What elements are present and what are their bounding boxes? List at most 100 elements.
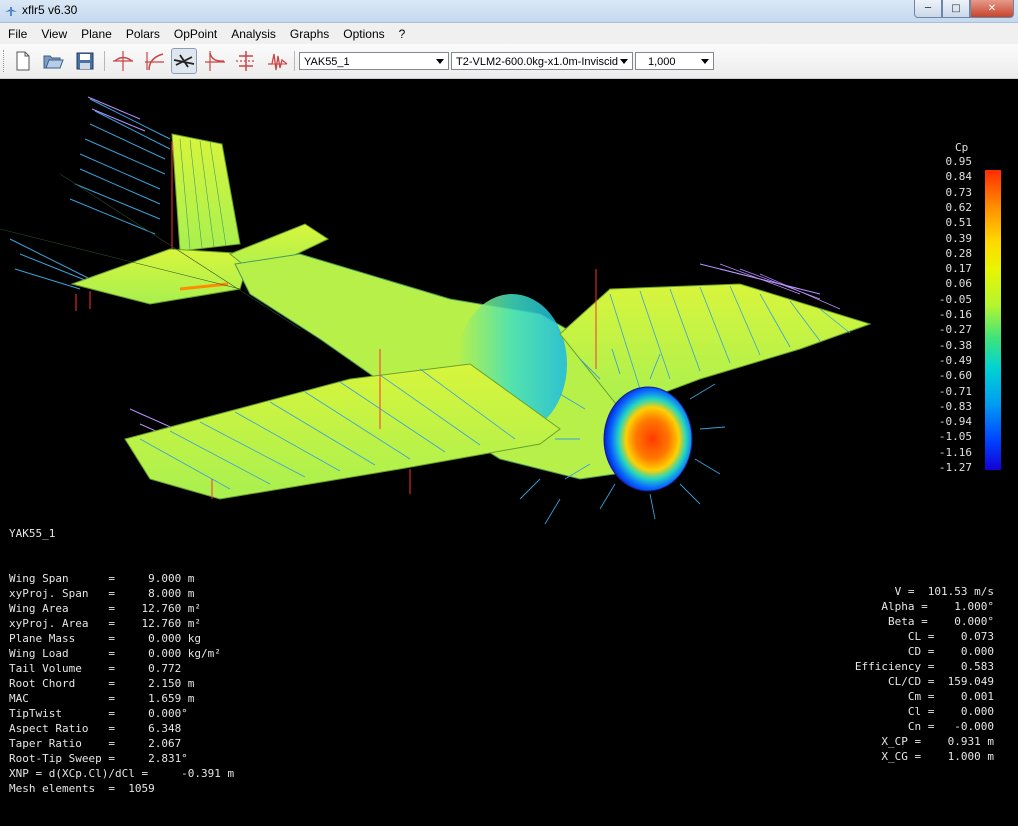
- plane-info-row: Plane Mass = 0.000 kg: [9, 632, 202, 645]
- polar-view-button[interactable]: [141, 48, 167, 74]
- menu-analysis[interactable]: Analysis: [224, 27, 283, 41]
- cp-legend-tick: -0.38: [938, 338, 972, 352]
- plane-info-row: Root-Tip Sweep = 2.831°: [9, 752, 188, 765]
- cp-legend-tick: -0.71: [938, 384, 972, 398]
- horizontal-stabilizer-left: [70, 248, 251, 305]
- vertical-tail: [171, 133, 241, 252]
- plane-info-row: Mesh elements = 1059: [9, 782, 155, 795]
- plane-info-name: YAK55_1: [9, 527, 56, 540]
- cp-legend-tick: -0.05: [938, 292, 972, 306]
- plane-info-row: Root Chord = 2.150 m: [9, 677, 195, 690]
- opp-info-row: Alpha = 1.000°: [881, 600, 994, 613]
- plane-info-row: Tail Volume = 0.772: [9, 662, 182, 675]
- title-bar: xflr5 v6.30 ─ □ ✕: [0, 0, 1018, 23]
- toolbar-grip[interactable]: [3, 50, 7, 72]
- cp-legend-tick: -1.16: [938, 445, 972, 459]
- new-file-button[interactable]: [10, 48, 36, 74]
- opp-info-panel: V = 101.53 m/s Alpha = 1.000° Beta = 0.000…: [855, 554, 994, 794]
- opp-info-row: X_CG = 1.000 m: [881, 750, 994, 763]
- left-wing: [124, 363, 561, 500]
- menu-polars[interactable]: Polars: [119, 27, 167, 41]
- opp-info-row: Cn = -0.000: [907, 720, 994, 733]
- cp-legend-tick: 0.51: [945, 216, 973, 230]
- opp-view-button[interactable]: [233, 48, 259, 74]
- plane-view-icon: [173, 54, 195, 68]
- graph-view-button[interactable]: [264, 48, 290, 74]
- cp-view-button[interactable]: [202, 48, 228, 74]
- cp-legend-tick: -1.05: [938, 430, 972, 444]
- cp-legend-tick: -0.94: [938, 415, 972, 429]
- cp-legend-tick: 0.95: [945, 155, 973, 168]
- opp-info-row: X_CP = 0.931 m: [881, 735, 994, 748]
- opp-info-row: Cm = 0.001: [907, 690, 994, 703]
- plane-select-value: YAK55_1: [304, 56, 350, 68]
- opp-info-row: CL = 0.073: [907, 630, 994, 643]
- save-button[interactable]: [72, 48, 98, 74]
- opp-info-row: CL/CD = 159.049: [888, 675, 994, 688]
- plane-info-row: xyProj. Span = 8.000 m: [9, 587, 195, 600]
- polar-select-value: T2-VLM2-600.0kg-x1.0m-Inviscid: [456, 56, 619, 68]
- plane-info-row: Aspect Ratio = 6.348: [9, 722, 182, 735]
- cp-legend-tick: 0.06: [945, 277, 973, 291]
- save-icon: [76, 52, 94, 70]
- cp-legend-tick: -0.16: [938, 308, 972, 321]
- menu-oppoint[interactable]: OpPoint: [167, 27, 224, 41]
- cp-view-icon: [205, 51, 225, 71]
- menu-view[interactable]: View: [34, 27, 74, 41]
- cp-legend-tick: -0.49: [938, 353, 972, 367]
- graph-view-icon: [268, 53, 288, 71]
- cp-legend-tick: 0.84: [945, 170, 973, 184]
- polar-select[interactable]: T2-VLM2-600.0kg-x1.0m-Inviscid: [451, 52, 633, 70]
- cp-legend-tick: 0.62: [945, 200, 973, 214]
- airfoil-view-icon: [113, 51, 133, 71]
- menu-options[interactable]: Options: [336, 27, 391, 41]
- menu-plane[interactable]: Plane: [74, 27, 119, 41]
- menu-bar: File View Plane Polars OpPoint Analysis …: [0, 23, 1018, 44]
- plane-info-panel: YAK55_1 Wing Span = 9.000 m xyProj. Span …: [9, 496, 234, 826]
- maximize-button[interactable]: □: [942, 0, 970, 18]
- minimize-icon: ─: [924, 3, 932, 14]
- opp-view-icon: [236, 51, 256, 71]
- open-folder-icon: [43, 55, 64, 69]
- menu-graphs[interactable]: Graphs: [283, 27, 336, 41]
- maximize-icon: □: [951, 3, 961, 14]
- plane-info-row: XNP = d(XCp.Cl)/dCl = -0.391 m: [9, 767, 235, 780]
- polar-view-icon: [145, 52, 164, 71]
- menu-help[interactable]: ?: [392, 27, 413, 41]
- app-icon: [5, 7, 17, 16]
- plane-info-row: MAC = 1.659 m: [9, 692, 195, 705]
- opp-info-row: Efficiency = 0.583: [854, 660, 994, 673]
- opp-info-row: Beta = 0.000°: [888, 615, 994, 628]
- close-icon: ✕: [987, 3, 997, 14]
- window-title: xflr5 v6.30: [22, 3, 78, 17]
- cp-legend-title: Cp: [955, 141, 969, 154]
- open-button[interactable]: [40, 48, 66, 74]
- airfoil-view-button[interactable]: [110, 48, 136, 74]
- 3d-viewport[interactable]: Cp 0.95 0.84 0.73 0.62 0.51 0.39 0.28 0.17 0.06-…: [0, 79, 1018, 795]
- toolbar-separator: [294, 51, 295, 71]
- cp-legend-tick: 0.28: [945, 246, 973, 260]
- plane-info-row: Wing Span = 9.000 m: [9, 572, 195, 585]
- cp-legend-tick: -1.27: [938, 461, 972, 474]
- opp-select[interactable]: 1,000: [635, 52, 714, 70]
- cp-legend-tick: 0.17: [945, 262, 973, 276]
- opp-info-row: V = 101.53 m/s: [894, 585, 994, 598]
- cp-color-scale: [985, 170, 1001, 470]
- right-wing: [559, 283, 872, 410]
- chevron-down-icon: [620, 59, 628, 64]
- cp-legend-tick: 0.39: [945, 231, 973, 245]
- plane-view-button[interactable]: [171, 48, 197, 74]
- cp-legend-tick: -0.60: [938, 369, 972, 383]
- plane-info-row: Wing Area = 12.760 m²: [9, 602, 202, 615]
- toolbar: YAK55_1 T2-VLM2-600.0kg-x1.0m-Inviscid 1…: [0, 44, 1018, 79]
- plane-select[interactable]: YAK55_1: [299, 52, 449, 70]
- opp-info-row: CD = 0.000: [907, 645, 994, 658]
- cp-legend-tick: 0.73: [945, 185, 973, 199]
- cp-legend-tick: -0.83: [938, 399, 972, 413]
- minimize-button[interactable]: ─: [914, 0, 942, 18]
- plane-info-row: Wing Load = 0.000 kg/m²: [9, 647, 221, 660]
- close-button[interactable]: ✕: [970, 0, 1014, 18]
- toolbar-separator: [104, 51, 105, 71]
- menu-file[interactable]: File: [0, 27, 34, 41]
- chevron-down-icon: [436, 59, 444, 64]
